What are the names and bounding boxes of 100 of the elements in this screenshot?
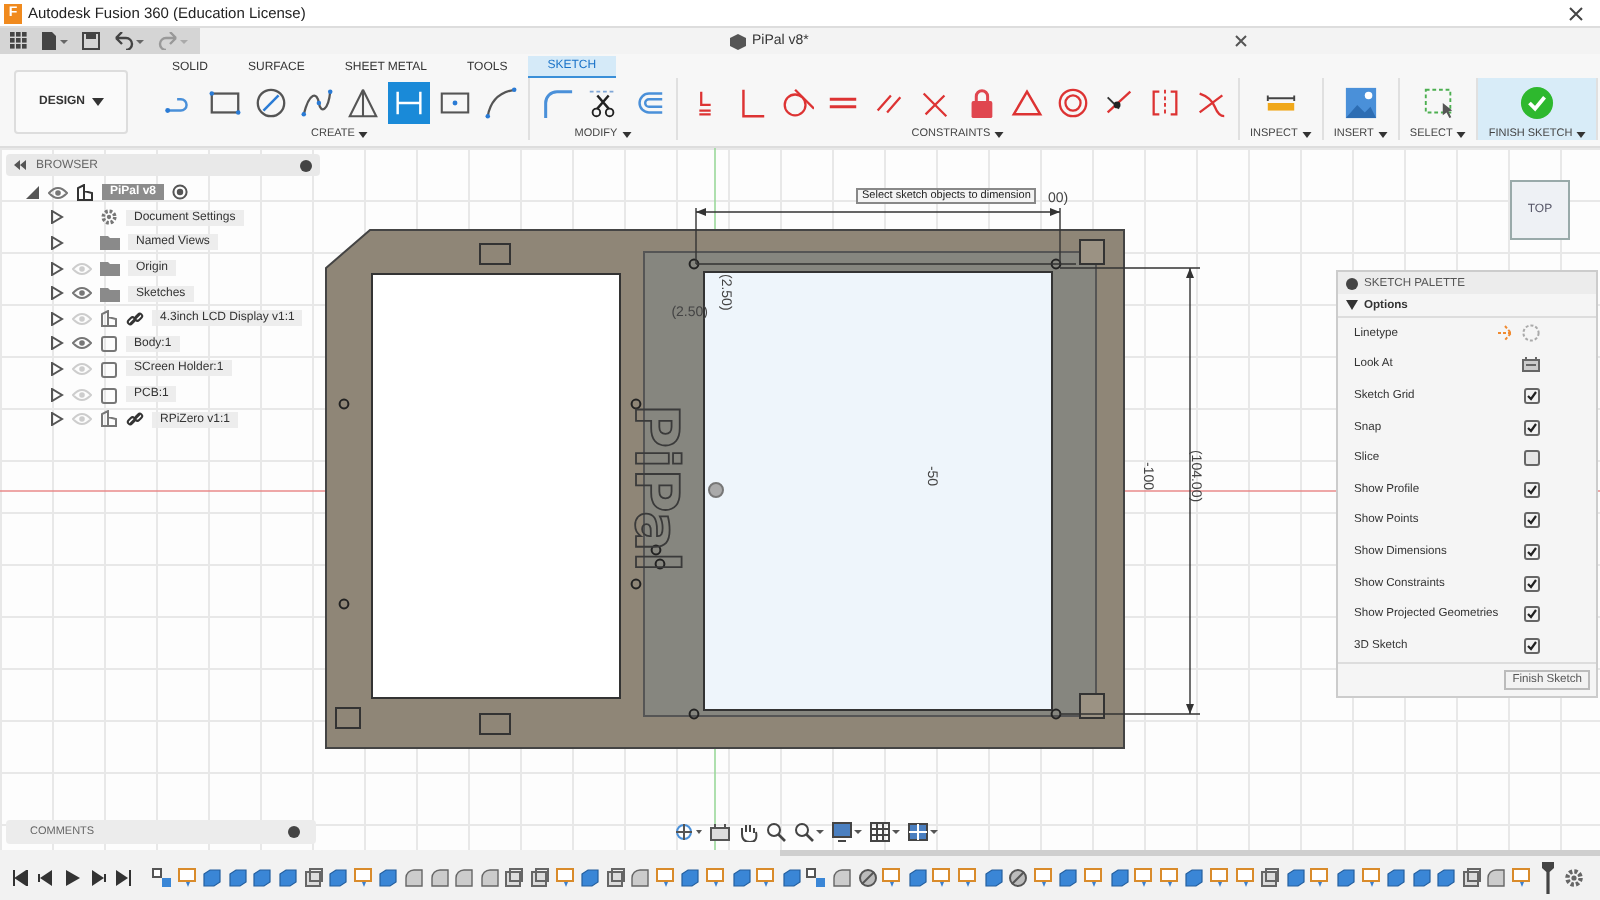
play-icon[interactable]	[64, 870, 80, 886]
skip-start-icon[interactable]	[12, 870, 28, 886]
step-back-icon[interactable]	[38, 870, 54, 886]
joint-feature-icon[interactable]	[857, 868, 878, 888]
look-at-icon[interactable]	[1522, 356, 1540, 373]
sketch-feature-icon[interactable]	[958, 868, 978, 888]
collapse-triangle-icon[interactable]	[1346, 300, 1358, 310]
dimension-tool-button[interactable]	[388, 82, 430, 124]
extrude-feature-icon[interactable]	[1285, 868, 1306, 888]
grid-settings-icon[interactable]	[870, 822, 900, 842]
checked-checkbox[interactable]	[1524, 575, 1540, 592]
save-icon[interactable]	[82, 32, 100, 50]
extrude-feature-icon[interactable]	[781, 868, 802, 888]
fillet-feature-icon[interactable]	[832, 868, 853, 888]
timeline-marker[interactable]	[1541, 862, 1554, 894]
fillet-feature-icon[interactable]	[630, 868, 651, 888]
look-at-icon[interactable]	[710, 822, 730, 842]
expand-triangle-icon[interactable]	[50, 235, 64, 250]
extrude-feature-icon[interactable]	[1386, 868, 1407, 888]
extrude-feature-icon[interactable]	[378, 868, 399, 888]
sketch-feature-icon[interactable]	[353, 868, 374, 888]
sketch-canvas[interactable]	[0, 148, 1600, 850]
collapse-triangle-icon[interactable]	[26, 185, 40, 200]
extrude-feature-icon[interactable]	[580, 868, 601, 888]
expand-triangle-icon[interactable]	[50, 261, 64, 276]
extrude-feature-icon[interactable]	[1411, 868, 1432, 888]
eye-icon[interactable]	[72, 286, 92, 301]
collapse-panel-icon[interactable]	[14, 160, 26, 170]
arc-tool-button[interactable]	[480, 82, 522, 124]
checked-checkbox[interactable]	[1524, 387, 1540, 404]
checked-checkbox[interactable]	[1524, 512, 1540, 529]
extrude-feature-icon[interactable]	[1184, 868, 1205, 888]
box-feature-icon[interactable]	[1260, 868, 1281, 888]
extrude-feature-icon[interactable]	[1436, 868, 1457, 888]
sketch-feature-icon[interactable]	[1159, 868, 1180, 888]
eye-icon[interactable]	[72, 336, 92, 351]
extrude-feature-icon[interactable]	[1335, 868, 1356, 888]
extrude-feature-icon[interactable]	[1109, 868, 1130, 888]
fillet-feature-icon[interactable]	[454, 868, 475, 888]
sketch-feature-icon[interactable]	[1134, 868, 1155, 888]
expand-triangle-icon[interactable]	[50, 286, 64, 301]
extrude-feature-icon[interactable]	[1058, 868, 1079, 888]
sketch-feature-icon[interactable]	[932, 868, 953, 888]
zoom-window-icon[interactable]	[794, 822, 824, 842]
expand-triangle-icon[interactable]	[50, 336, 64, 351]
box-feature-icon[interactable]	[529, 868, 550, 888]
orbit-icon[interactable]	[674, 822, 702, 842]
sketch-feature-icon[interactable]	[1361, 868, 1381, 888]
component-feature-icon[interactable]	[806, 868, 827, 888]
box-feature-icon[interactable]	[303, 868, 324, 888]
close-tab-icon[interactable]	[1234, 34, 1249, 48]
expand-triangle-icon[interactable]	[50, 387, 64, 402]
fillet-feature-icon[interactable]	[479, 868, 500, 888]
sketch-feature-icon[interactable]	[706, 868, 727, 888]
undo-icon[interactable]	[114, 32, 144, 50]
sketch-feature-icon[interactable]	[1512, 868, 1533, 888]
activate-radio-icon[interactable]	[172, 184, 189, 201]
file-icon[interactable]	[42, 32, 68, 50]
extrude-feature-icon[interactable]	[680, 868, 701, 888]
close-icon[interactable]	[1568, 5, 1584, 21]
settings-icon[interactable]	[1564, 868, 1584, 888]
sketch-feature-icon[interactable]	[1209, 868, 1230, 888]
extrude-feature-icon[interactable]	[227, 868, 248, 888]
joint-feature-icon[interactable]	[1008, 868, 1029, 888]
fillet-feature-icon[interactable]	[403, 868, 424, 888]
expand-triangle-icon[interactable]	[50, 210, 64, 225]
box-feature-icon[interactable]	[605, 868, 626, 888]
extrude-feature-icon[interactable]	[277, 868, 298, 888]
extrude-feature-icon[interactable]	[983, 868, 1004, 888]
checked-checkbox[interactable]	[1524, 606, 1540, 623]
display-settings-icon[interactable]	[832, 822, 862, 842]
sketch-feature-icon[interactable]	[555, 868, 575, 888]
step-forward-icon[interactable]	[90, 870, 106, 886]
sketch-feature-icon[interactable]	[756, 868, 777, 888]
extrude-feature-icon[interactable]	[328, 868, 349, 888]
extrude-feature-icon[interactable]	[252, 868, 273, 888]
sketch-feature-icon[interactable]	[1235, 868, 1256, 888]
checked-checkbox[interactable]	[1524, 543, 1540, 560]
expand-triangle-icon[interactable]	[50, 412, 64, 427]
fillet-feature-icon[interactable]	[1486, 868, 1507, 888]
extrude-feature-icon[interactable]	[907, 868, 928, 888]
unchecked-checkbox[interactable]	[1524, 450, 1540, 467]
sketch-feature-icon[interactable]	[1083, 868, 1104, 888]
add-comment-icon[interactable]	[288, 826, 300, 838]
checked-checkbox[interactable]	[1524, 419, 1540, 436]
pan-hand-icon[interactable]	[738, 822, 758, 842]
box-feature-icon[interactable]	[1461, 868, 1482, 888]
box-feature-icon[interactable]	[504, 868, 525, 888]
sketch-feature-icon[interactable]	[1310, 868, 1331, 888]
extrude-feature-icon[interactable]	[202, 868, 223, 888]
skip-end-icon[interactable]	[116, 870, 132, 886]
extrude-feature-icon[interactable]	[731, 868, 752, 888]
grid-menu-icon[interactable]	[10, 32, 28, 50]
checked-checkbox[interactable]	[1524, 481, 1540, 498]
pin-icon[interactable]	[300, 159, 312, 171]
viewports-icon[interactable]	[908, 822, 938, 842]
expand-triangle-icon[interactable]	[50, 311, 64, 326]
checked-checkbox[interactable]	[1524, 637, 1540, 654]
fillet-feature-icon[interactable]	[429, 868, 450, 888]
eye-icon[interactable]	[48, 185, 68, 200]
